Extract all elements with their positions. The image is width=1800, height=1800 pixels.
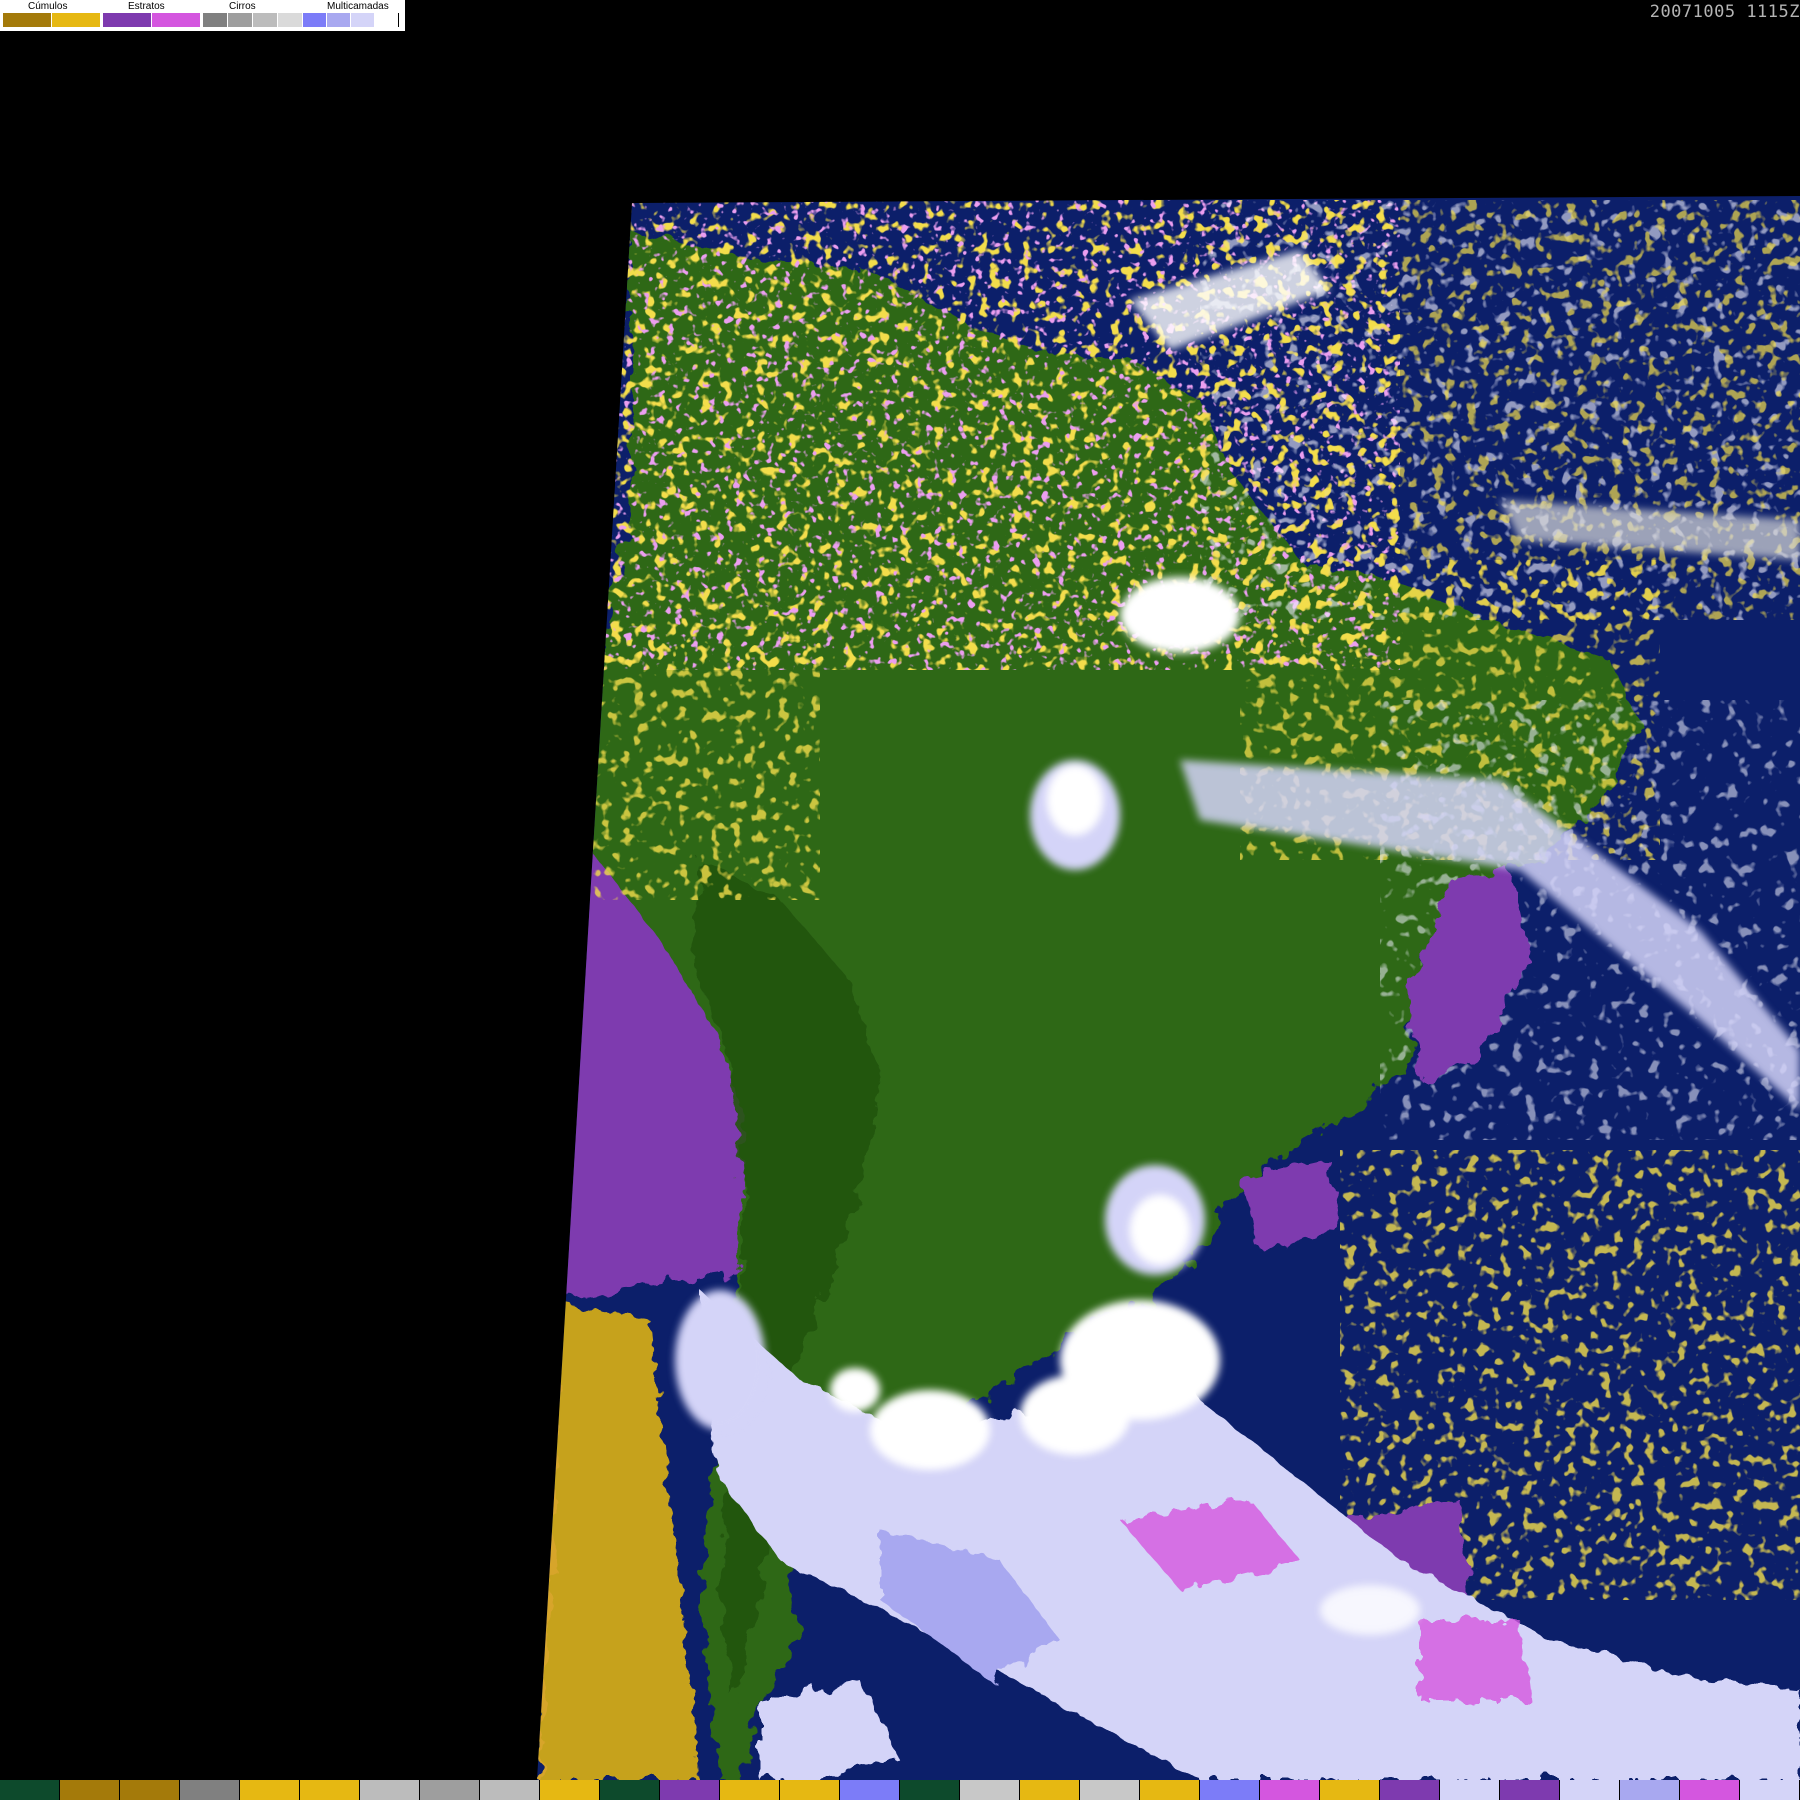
legend-swatch xyxy=(152,13,200,27)
strip-block xyxy=(1440,1780,1499,1800)
satellite-disk xyxy=(537,196,1800,1780)
legend-swatch xyxy=(3,13,51,27)
strip-block xyxy=(1200,1780,1259,1800)
legend-label-0: Cúmulos xyxy=(28,1,68,12)
strip-block xyxy=(360,1780,419,1800)
cloud-type-legend: Cúmulos Estratos Cirros Multicamadas xyxy=(0,0,405,31)
strip-block xyxy=(300,1780,359,1800)
strip-block xyxy=(1560,1780,1619,1800)
strip-block xyxy=(180,1780,239,1800)
strip-block xyxy=(1680,1780,1739,1800)
legend-swatch xyxy=(52,13,100,27)
strip-block xyxy=(660,1780,719,1800)
strip-block xyxy=(720,1780,779,1800)
legend-swatch xyxy=(327,13,350,27)
strip-block xyxy=(480,1780,539,1800)
legend-swatch xyxy=(203,13,227,27)
strip-block xyxy=(840,1780,899,1800)
strip-block xyxy=(1740,1780,1799,1800)
strip-block xyxy=(1620,1780,1679,1800)
bottom-color-strip xyxy=(0,1780,1800,1800)
satellite-cloud-map xyxy=(537,196,1800,1780)
legend-swatch xyxy=(103,13,151,27)
legend-swatch xyxy=(253,13,277,27)
strip-block xyxy=(240,1780,299,1800)
strip-block xyxy=(60,1780,119,1800)
legend-swatch xyxy=(278,13,302,27)
strip-block xyxy=(960,1780,1019,1800)
strip-block xyxy=(1380,1780,1439,1800)
strip-block xyxy=(1020,1780,1079,1800)
strip-block xyxy=(0,1780,59,1800)
legend-swatch xyxy=(351,13,374,27)
strip-block xyxy=(420,1780,479,1800)
strip-block xyxy=(1140,1780,1199,1800)
strip-block xyxy=(1320,1780,1379,1800)
strip-block xyxy=(540,1780,599,1800)
legend-label-2: Cirros xyxy=(229,1,256,12)
legend-swatch xyxy=(228,13,252,27)
strip-block xyxy=(1260,1780,1319,1800)
image-timestamp: 20071005 1115Z xyxy=(1649,2,1800,22)
strip-block xyxy=(1080,1780,1139,1800)
strip-block xyxy=(780,1780,839,1800)
legend-swatch xyxy=(303,13,326,27)
strip-block xyxy=(900,1780,959,1800)
strip-block xyxy=(600,1780,659,1800)
strip-block xyxy=(120,1780,179,1800)
legend-swatch xyxy=(375,13,399,27)
legend-label-3: Multicamadas xyxy=(327,1,389,12)
legend-label-1: Estratos xyxy=(128,1,165,12)
strip-block xyxy=(1500,1780,1559,1800)
